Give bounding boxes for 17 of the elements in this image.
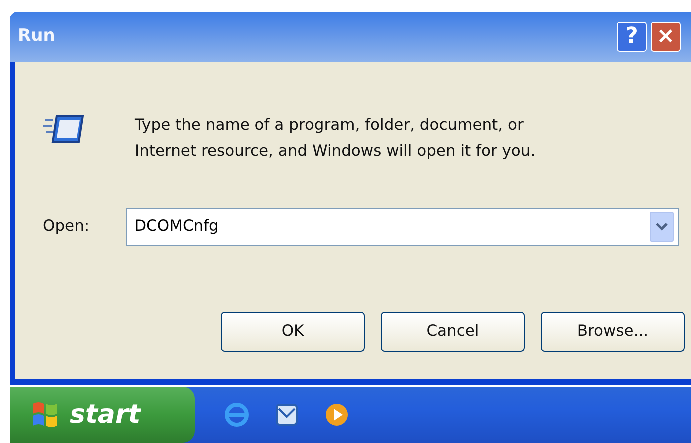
dialog-button[interactable]: Cancel (381, 312, 525, 352)
instruction-text: Type the name of a program, folder, document, or Internet resource, and Windows will open it for you. (135, 115, 536, 162)
chevron-down-icon (656, 223, 668, 231)
help-button[interactable]: ? (617, 22, 647, 52)
window-title: Run (18, 25, 56, 48)
open-combo-box[interactable]: DCOMCnfg (126, 208, 679, 246)
dropdown-button[interactable] (650, 212, 674, 242)
envelope-icon[interactable] (273, 401, 301, 429)
dialog-button[interactable]: Browse... (541, 312, 685, 352)
close-button[interactable]: × (651, 22, 681, 52)
run-program-icon (43, 112, 87, 146)
windows-flag-icon (30, 401, 60, 429)
play-icon[interactable] (323, 401, 351, 429)
open-label: Open: (43, 216, 90, 238)
open-text-input[interactable]: DCOMCnfg (134, 215, 650, 239)
start-button[interactable]: start (10, 387, 195, 443)
dialog-button[interactable]: OK (221, 312, 365, 352)
